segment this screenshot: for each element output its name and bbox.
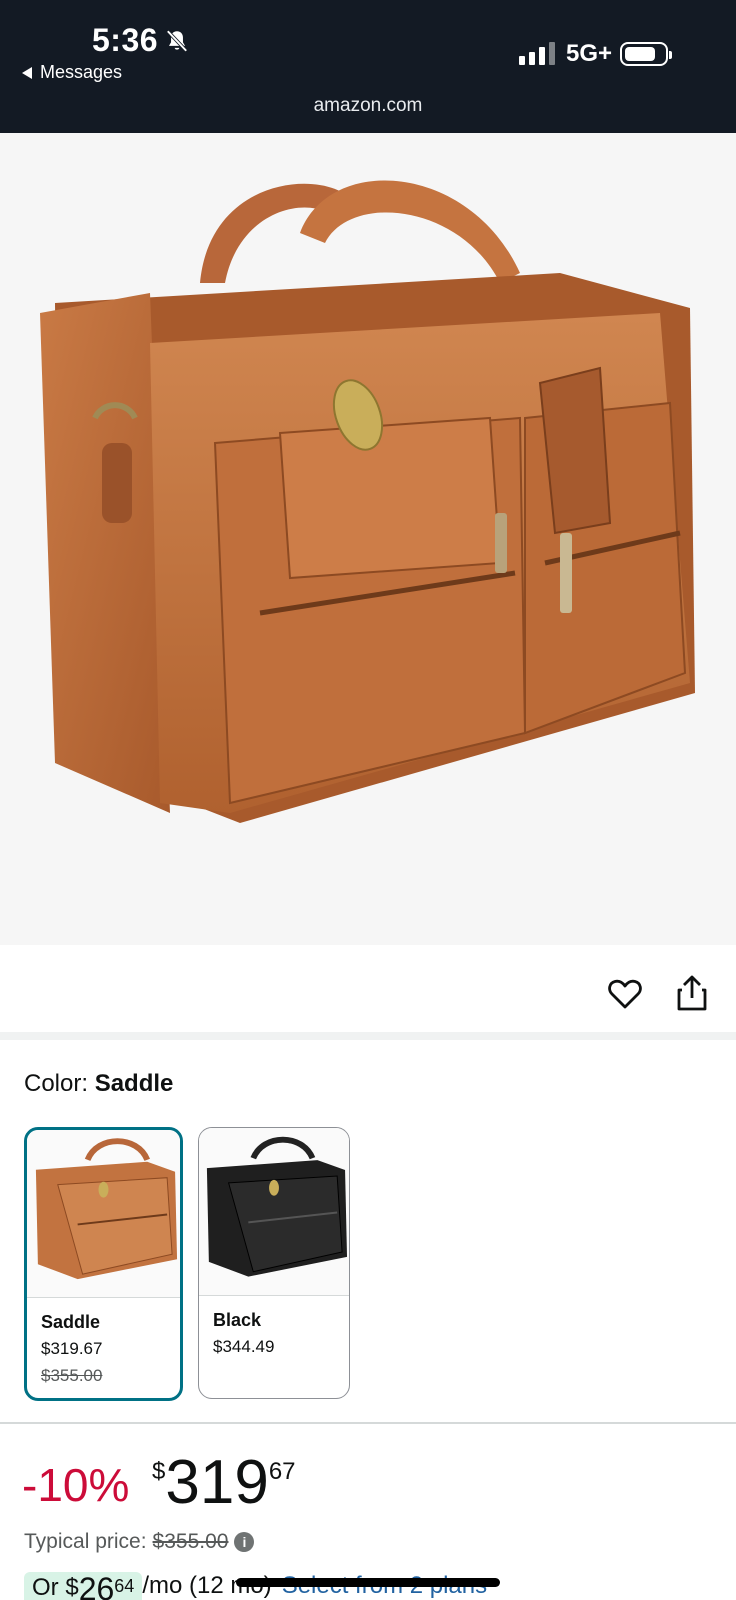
section-divider bbox=[0, 1032, 736, 1040]
current-price: $ 319 67 bbox=[152, 1452, 296, 1514]
pricing-divider bbox=[0, 1422, 736, 1424]
monthly-prefix: Or $ bbox=[32, 1574, 79, 1600]
typical-price-value: $355.00 bbox=[152, 1530, 229, 1553]
battery-icon bbox=[620, 42, 672, 66]
heart-icon[interactable] bbox=[607, 976, 643, 1012]
product-image[interactable] bbox=[0, 133, 736, 945]
briefcase-illustration bbox=[40, 180, 695, 823]
network-type: 5G+ bbox=[566, 40, 613, 67]
home-indicator[interactable] bbox=[236, 1578, 500, 1587]
price-fraction: 67 bbox=[268, 1458, 296, 1485]
cellular-signal-icon bbox=[519, 41, 555, 65]
monthly-fraction: 64 bbox=[114, 1576, 135, 1596]
back-app-label: Messages bbox=[40, 62, 123, 82]
swatch-price: $344.49 bbox=[213, 1337, 275, 1356]
back-arrow-icon bbox=[22, 66, 32, 79]
url-bar[interactable]: amazon.com bbox=[0, 95, 736, 117]
swatch-original-price: $355.00 bbox=[41, 1366, 103, 1385]
color-label-text: Color: bbox=[24, 1070, 89, 1097]
price-currency: $ bbox=[152, 1458, 166, 1485]
info-icon[interactable]: i bbox=[234, 1532, 255, 1552]
swatch-name: Black bbox=[213, 1310, 262, 1330]
color-label: Color: Saddle bbox=[24, 1070, 173, 1098]
share-icon[interactable] bbox=[675, 974, 709, 1012]
discount-percent: -10% bbox=[22, 1459, 130, 1511]
swatch-black-image bbox=[199, 1128, 349, 1296]
selected-color-name: Saddle bbox=[94, 1070, 174, 1097]
typical-price-label: Typical price: bbox=[24, 1530, 147, 1553]
swatch-saddle[interactable]: Saddle $319.67 $355.00 bbox=[24, 1127, 183, 1401]
swatch-black[interactable]: Black $344.49 bbox=[198, 1127, 350, 1399]
typical-price: Typical price: $355.00 i bbox=[24, 1530, 255, 1554]
silent-bell-icon bbox=[166, 29, 188, 52]
monthly-amount-badge: Or $ 26 64 bbox=[24, 1572, 143, 1600]
swatch-saddle-image bbox=[27, 1130, 180, 1298]
time-text: 5:36 bbox=[92, 22, 159, 58]
swatch-price: $319.67 bbox=[41, 1339, 103, 1358]
swatch-name: Saddle bbox=[41, 1312, 101, 1332]
monthly-whole: 26 bbox=[78, 1572, 115, 1600]
status-bar: 5:36 Messages 5G+ amazon.com bbox=[0, 0, 736, 133]
price-whole: 319 bbox=[165, 1448, 269, 1517]
back-to-app-button[interactable]: Messages bbox=[22, 62, 122, 83]
clock: 5:36 bbox=[92, 22, 190, 59]
